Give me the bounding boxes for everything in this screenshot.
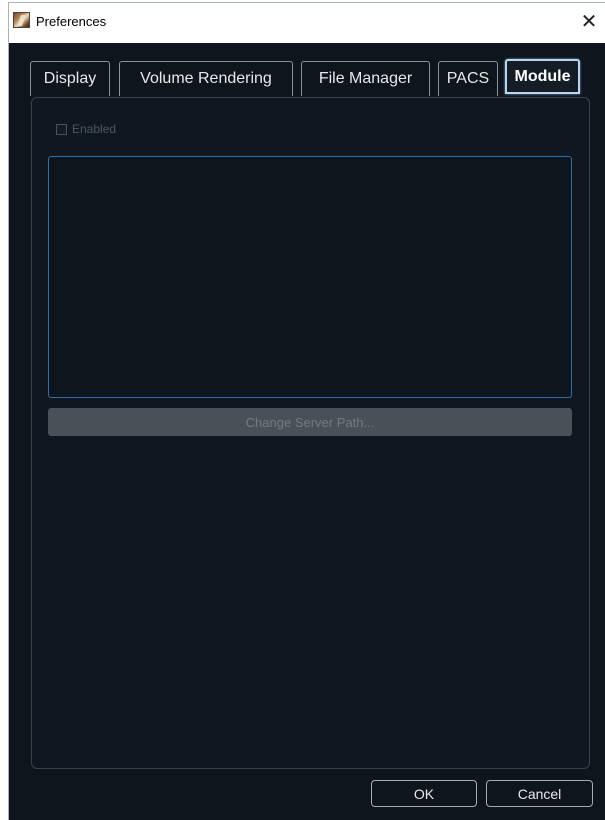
change-server-path-button[interactable]: Change Server Path... bbox=[48, 408, 572, 436]
tab-display[interactable]: Display bbox=[30, 61, 110, 96]
cancel-button[interactable]: Cancel bbox=[486, 780, 593, 807]
enabled-label: Enabled bbox=[72, 122, 117, 136]
module-panel: Enabled Change Server Path... bbox=[31, 97, 590, 769]
ok-button[interactable]: OK bbox=[371, 780, 477, 807]
tab-bar: Display Volume Rendering File Manager PA… bbox=[9, 59, 605, 97]
tab-pacs[interactable]: PACS bbox=[438, 61, 498, 96]
server-list-box[interactable] bbox=[48, 156, 572, 398]
tab-module[interactable]: Module bbox=[505, 59, 580, 94]
preferences-dialog: Preferences ✕ Display Volume Rendering F… bbox=[8, 2, 605, 820]
enabled-checkbox[interactable] bbox=[56, 123, 67, 135]
tab-file-manager[interactable]: File Manager bbox=[301, 61, 430, 96]
tab-volume-rendering[interactable]: Volume Rendering bbox=[119, 61, 293, 96]
close-button[interactable]: ✕ bbox=[577, 9, 601, 35]
title-bar: Preferences ✕ bbox=[9, 3, 605, 43]
window-title: Preferences bbox=[36, 14, 107, 29]
enabled-checkbox-row[interactable]: Enabled bbox=[56, 122, 116, 136]
app-logo-icon bbox=[13, 12, 30, 28]
